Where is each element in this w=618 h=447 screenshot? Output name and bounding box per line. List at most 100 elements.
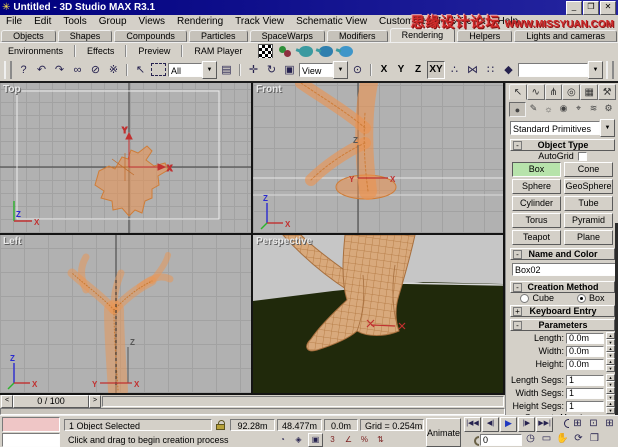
name-and-color-rollout[interactable]: - Name and Color [510,248,615,260]
tab-spacewarps[interactable]: SpaceWarps [250,30,325,42]
viewport-left[interactable]: Left [0,235,251,393]
menu-views[interactable]: Views [133,16,172,27]
width-spinner[interactable]: ▲▼ [606,345,615,357]
geometry-category-icon[interactable]: ● [509,102,526,117]
key-mode-icon[interactable] [464,433,479,446]
select-and-move-icon[interactable]: ✛ [245,61,262,79]
systems-category-icon[interactable]: ⚙ [601,102,616,115]
expand-icon[interactable]: + [513,307,522,316]
maximize-button[interactable]: ❐ [583,1,599,15]
menu-tools[interactable]: Tools [57,16,92,27]
tube-button[interactable]: Tube [564,196,613,211]
use-center-icon[interactable]: ⊙ [349,61,366,79]
restrict-x-button[interactable]: X [376,62,392,78]
menu-schematic-view[interactable]: Schematic View [290,16,373,27]
torus-button[interactable]: Torus [512,213,561,228]
box-button[interactable]: Box [512,162,561,177]
minimize-button[interactable]: _ [566,1,582,15]
menu-maxscript[interactable]: MAXScript [432,16,491,27]
viewport-front-label[interactable]: Front [256,84,282,95]
time-slider-prev-button[interactable]: < [1,395,13,408]
width-segs-input[interactable] [566,388,604,399]
time-slider-next-button[interactable]: > [89,395,101,408]
viewport-perspective[interactable]: Perspective [253,235,503,393]
reference-coordinate-dropdown[interactable]: View ▼ [299,62,348,78]
script-line[interactable] [2,433,60,447]
go-to-end-button[interactable]: ▶▶| [536,417,553,432]
menu-customize[interactable]: Customize [373,16,432,27]
spinner-up-icon[interactable]: ▲ [606,374,615,381]
restrict-xy-plane-button[interactable]: XY [427,61,445,79]
tab-rendering[interactable]: Rendering [390,28,456,42]
object-type-rollout[interactable]: - Object Type [510,139,615,151]
chevron-down-icon[interactable]: ▼ [588,61,603,79]
select-object-icon[interactable]: ↖ [132,61,149,79]
collapse-icon[interactable]: - [513,250,522,259]
toolbar-handle[interactable] [606,61,614,79]
play-button[interactable]: ▶ [500,417,517,432]
snap-3d-icon[interactable]: 3 [326,434,339,446]
teapot-button[interactable]: Teapot [512,230,561,245]
cameras-category-icon[interactable]: ◉ [556,102,571,115]
height-input[interactable] [566,359,604,370]
current-frame-input[interactable] [480,434,522,446]
motion-tab-icon[interactable]: ◎ [562,84,580,100]
selection-filter-dropdown[interactable]: All ▼ [168,62,217,78]
unlink-icon[interactable]: ⊘ [87,61,104,79]
selection-lock-icon[interactable] [216,419,226,431]
cylinder-button[interactable]: Cylinder [512,196,561,211]
array-icon[interactable]: ∷ [482,61,499,79]
mirror-icon[interactable]: ⋈ [464,61,481,79]
close-button[interactable]: ✕ [600,1,616,15]
width-segs-spinner[interactable]: ▲▼ [606,387,615,399]
zoom-extents-all-icon[interactable]: ⊞ [602,418,617,431]
select-and-scale-icon[interactable]: ▣ [281,61,298,79]
shapes-category-icon[interactable]: ✎ [526,102,541,115]
lights-category-icon[interactable]: ☼ [541,102,556,115]
modify-tab-icon[interactable]: ∿ [527,84,545,100]
spinner-up-icon[interactable]: ▲ [606,332,615,339]
menu-file[interactable]: File [0,16,28,27]
width-input[interactable] [566,346,604,357]
display-tab-icon[interactable]: ▦ [580,84,598,100]
create-tab-icon[interactable]: ↖ [509,84,527,100]
region-select-icon[interactable] [150,61,167,79]
animate-button[interactable]: Animate [426,418,461,447]
menu-track-view[interactable]: Track View [229,16,290,27]
zoom-all-icon[interactable]: ⊞ [570,418,585,431]
length-segs-input[interactable] [566,375,604,386]
geosphere-button[interactable]: GeoSphere [564,179,613,194]
help-mode-icon[interactable]: ? [15,61,32,79]
next-frame-button[interactable]: |▶ [518,417,535,432]
time-configuration-icon[interactable]: ◷ [523,433,538,446]
pan-icon[interactable]: ✋ [555,433,570,446]
height-spinner[interactable]: ▲▼ [606,358,615,370]
menu-edit[interactable]: Edit [28,16,57,27]
render-last-icon[interactable] [339,46,353,57]
length-input[interactable] [566,333,604,344]
collapse-icon[interactable]: - [513,321,522,330]
redo-icon[interactable]: ↷ [51,61,68,79]
spinner-down-icon[interactable]: ▼ [606,365,615,372]
render-icon[interactable] [299,46,313,57]
menu-rendering[interactable]: Rendering [171,16,229,27]
spinner-snap-icon[interactable]: ⇅ [374,434,387,446]
material-editor-icon[interactable] [258,44,273,59]
arc-rotate-icon[interactable]: ⟳ [571,433,586,446]
ram-player-button[interactable]: RAM Player [186,45,250,58]
maxscript-mini-listener[interactable] [2,417,60,447]
restrict-y-button[interactable]: Y [393,62,409,78]
object-name-input[interactable] [512,263,618,276]
sphere-button[interactable]: Sphere [512,179,561,194]
tab-compounds[interactable]: Compounds [114,30,187,42]
effects-button[interactable]: Effects [79,45,122,58]
height-segs-spinner[interactable]: ▲▼ [606,400,615,412]
select-and-rotate-icon[interactable]: ↻ [263,61,280,79]
cone-button[interactable]: Cone [564,162,613,177]
previous-frame-button[interactable]: ◀| [482,417,499,432]
viewport-front[interactable]: Front Z [253,83,503,233]
ik-toggle-icon[interactable]: ∴ [446,61,463,79]
parameters-rollout[interactable]: - Parameters [510,319,615,331]
viewport-perspective-label[interactable]: Perspective [256,236,312,247]
plane-button[interactable]: Plane [564,230,613,245]
